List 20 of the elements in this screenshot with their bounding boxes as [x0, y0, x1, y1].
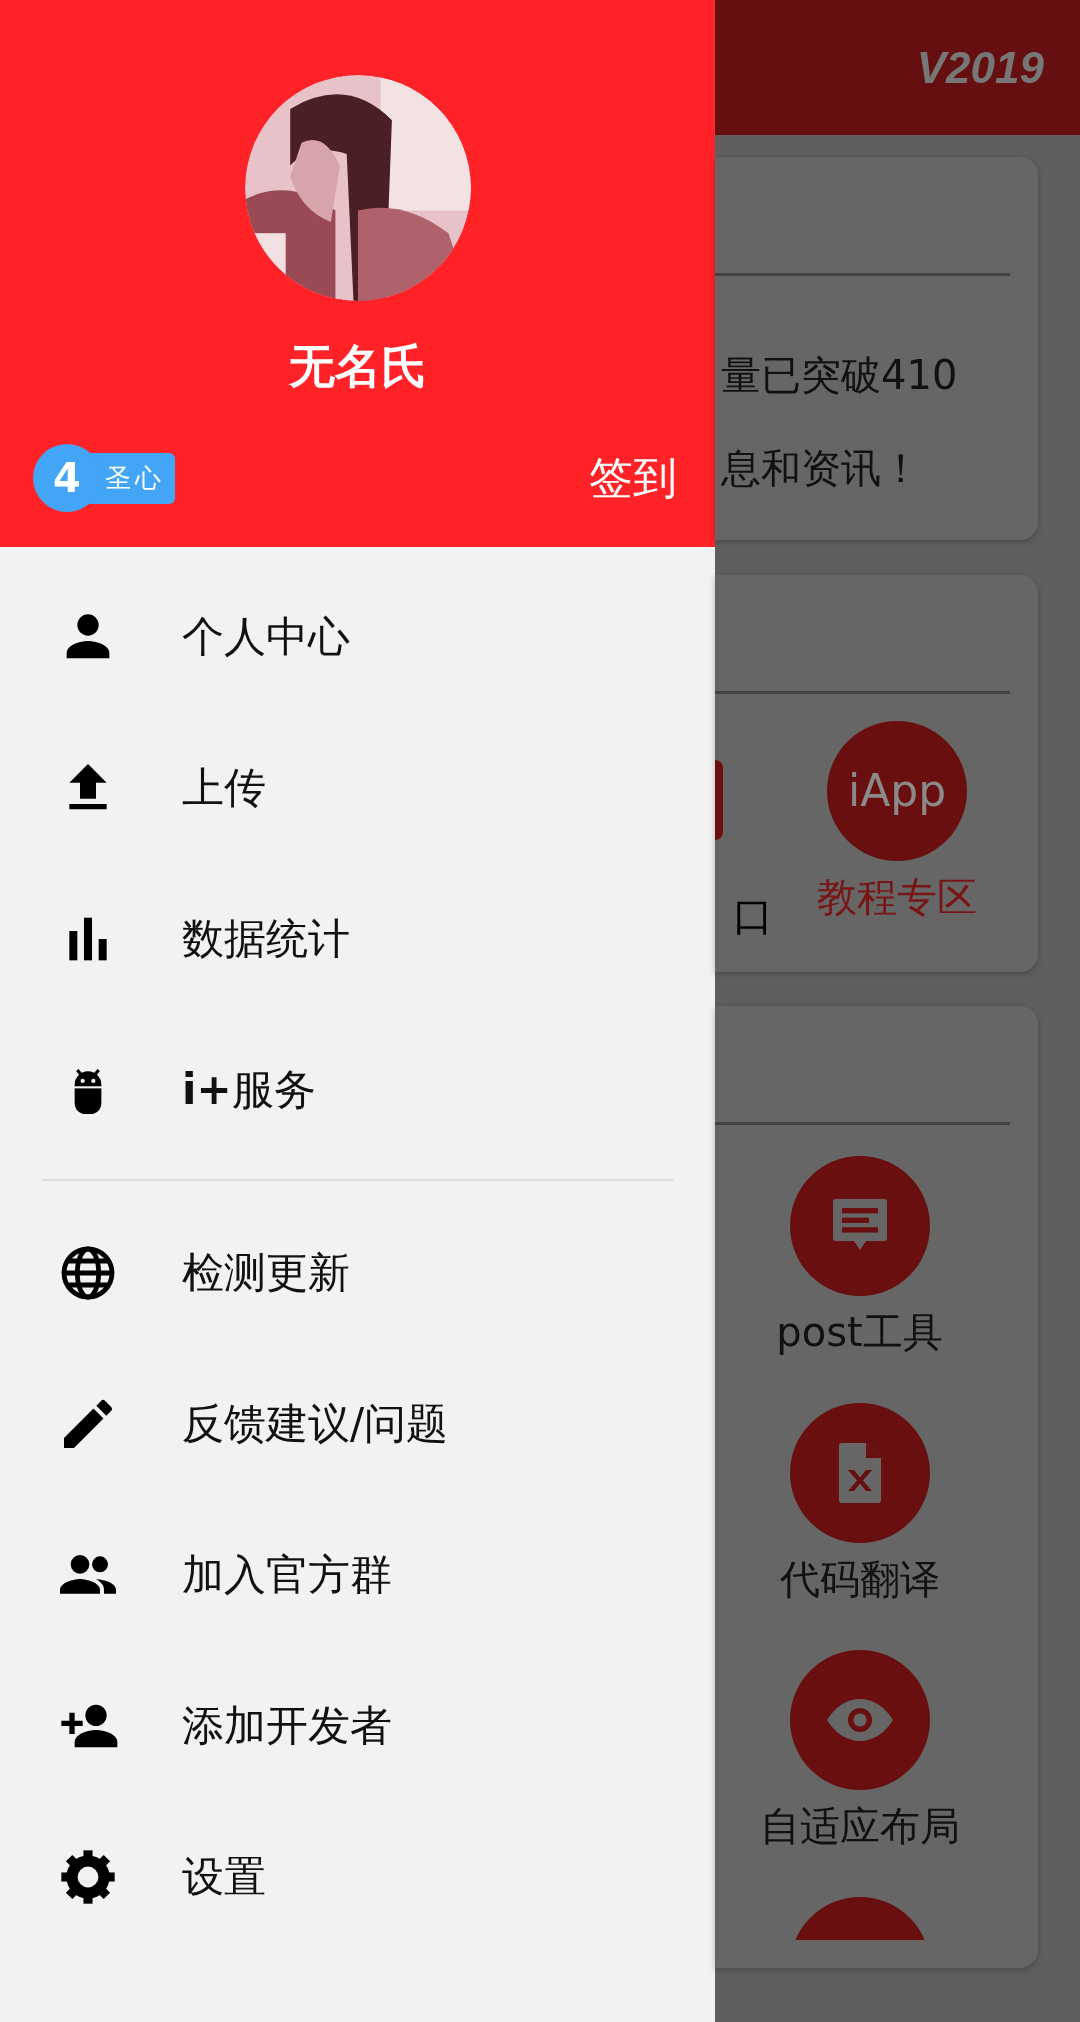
- menu-item[interactable]: 数据统计: [182, 907, 350, 970]
- menu-item[interactable]: 加入官方群: [182, 1543, 392, 1606]
- notice-text: 量已突破410: [721, 351, 958, 400]
- menu-item[interactable]: 检测更新: [182, 1241, 350, 1304]
- menu-item[interactable]: 设置: [182, 1845, 266, 1908]
- tool-label: 自适应布局: [759, 1802, 960, 1851]
- iapp-button[interactable]: iApp: [827, 721, 967, 861]
- menu-item[interactable]: 上传: [182, 756, 266, 819]
- username: 无名氏: [288, 339, 427, 395]
- checkin-button[interactable]: 签到: [589, 451, 677, 505]
- menu-item[interactable]: i+服务: [182, 1058, 316, 1121]
- icon-text: iApp: [847, 764, 947, 818]
- tile-label[interactable]: 口: [733, 888, 773, 944]
- menu-item[interactable]: 个人中心: [182, 605, 350, 668]
- notice-text: 息和资讯！: [721, 444, 921, 493]
- menu-item[interactable]: 添加开发者: [182, 1694, 392, 1757]
- menu-item[interactable]: 反馈建议/问题: [182, 1392, 449, 1455]
- version-label: V2019: [916, 41, 1044, 94]
- tool-label: post工具: [776, 1308, 943, 1357]
- tool-label: 代码翻译: [779, 1555, 940, 1604]
